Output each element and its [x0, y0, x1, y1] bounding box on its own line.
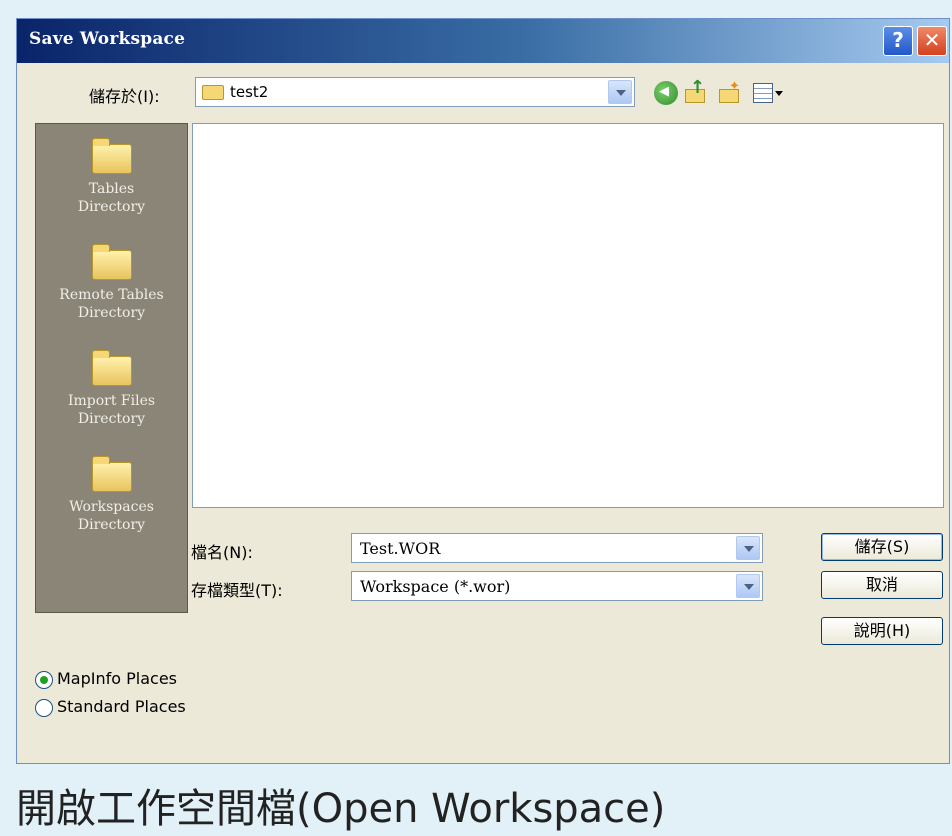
file-type-value: Workspace (*.wor)	[360, 577, 511, 596]
up-folder-icon[interactable]	[683, 77, 707, 105]
standard-places-label[interactable]: Standard Places	[57, 697, 186, 716]
cancel-button[interactable]: 取消	[821, 571, 943, 599]
chevron-down-icon[interactable]	[608, 80, 632, 104]
file-name-label: 檔名(N):	[191, 543, 253, 562]
file-name-value: Test.WOR	[360, 539, 441, 558]
file-type-label: 存檔類型(T):	[191, 581, 283, 600]
place-workspaces-directory[interactable]: Workspaces Directory	[36, 456, 187, 534]
folder-icon	[91, 456, 132, 492]
title-bar[interactable]: Save Workspace ? ✕	[17, 19, 949, 63]
folder-icon	[91, 244, 132, 280]
place-label: Directory	[77, 305, 146, 321]
new-folder-icon[interactable]	[717, 79, 741, 105]
help-button[interactable]: 說明(H)	[821, 617, 943, 645]
save-in-dropdown[interactable]: test2	[195, 77, 635, 107]
place-label: Directory	[77, 199, 146, 215]
dialog-title: Save Workspace	[29, 29, 186, 49]
place-import-files-directory[interactable]: Import Files Directory	[36, 350, 187, 428]
folder-icon	[91, 138, 132, 174]
place-label: Import Files	[67, 393, 156, 409]
save-workspace-dialog: Save Workspace ? ✕ 儲存於(I): test2 Tables …	[16, 18, 950, 764]
save-in-label: 儲存於(I):	[89, 87, 160, 106]
file-list[interactable]	[192, 123, 944, 508]
place-label: Workspaces	[69, 499, 154, 515]
save-button[interactable]: 儲存(S)	[821, 533, 943, 561]
place-label: Remote Tables	[59, 287, 164, 303]
places-bar: Tables Directory Remote Tables Directory…	[35, 123, 188, 613]
file-type-dropdown[interactable]: Workspace (*.wor)	[351, 571, 763, 601]
place-remote-tables-directory[interactable]: Remote Tables Directory	[36, 244, 187, 322]
standard-places-radio[interactable]	[35, 699, 53, 717]
views-dropdown-arrow-icon[interactable]	[775, 91, 783, 96]
mapinfo-places-label[interactable]: MapInfo Places	[57, 669, 177, 688]
save-in-value: test2	[230, 83, 269, 101]
back-icon[interactable]	[654, 81, 678, 105]
folder-icon	[91, 350, 132, 386]
close-icon[interactable]: ✕	[917, 26, 947, 56]
chevron-down-icon[interactable]	[736, 574, 760, 598]
help-icon[interactable]: ?	[883, 26, 913, 56]
place-label: Tables	[88, 181, 135, 197]
folder-icon	[202, 85, 224, 100]
mapinfo-places-radio[interactable]	[35, 671, 53, 689]
views-menu-icon[interactable]	[753, 83, 773, 103]
place-label: Directory	[77, 411, 146, 427]
file-name-input[interactable]: Test.WOR	[351, 533, 763, 563]
page-caption: 開啟工作空間檔(Open Workspace)	[16, 786, 666, 832]
place-tables-directory[interactable]: Tables Directory	[36, 138, 187, 216]
place-label: Directory	[77, 517, 146, 533]
chevron-down-icon[interactable]	[736, 536, 760, 560]
